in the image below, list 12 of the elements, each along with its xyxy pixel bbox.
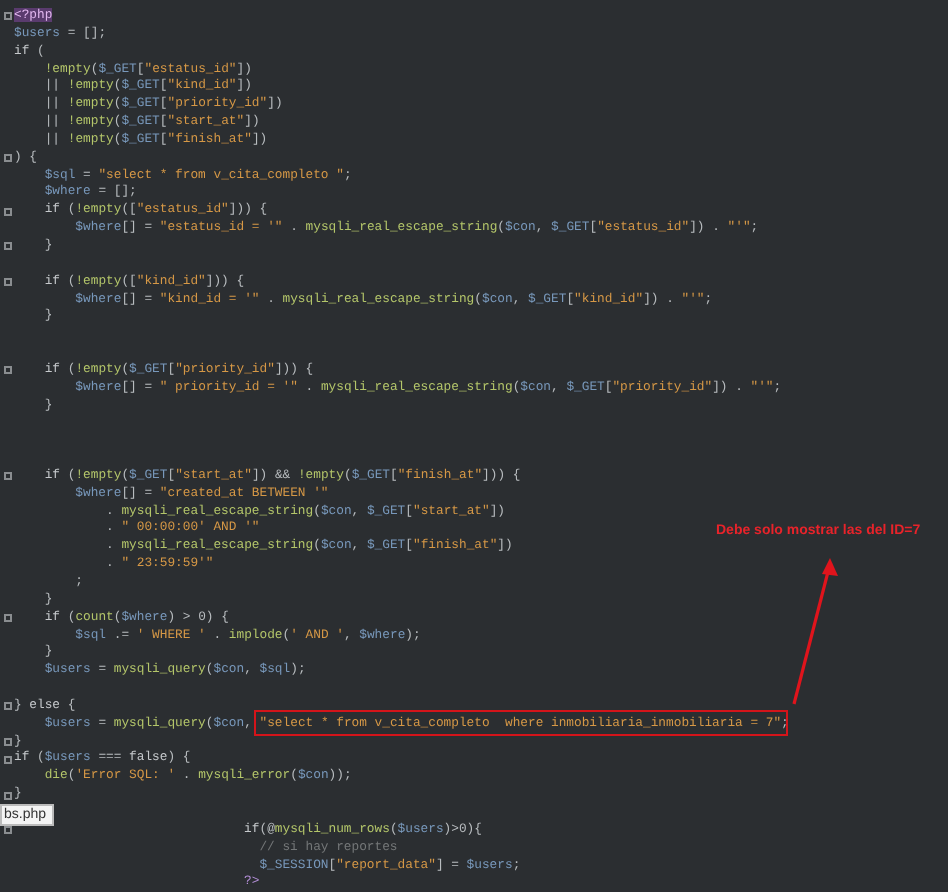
fold-marker-icon[interactable] bbox=[3, 278, 11, 287]
fold-marker-icon[interactable] bbox=[3, 702, 11, 711]
fold-marker-icon[interactable] bbox=[3, 614, 11, 623]
fold-marker-icon[interactable] bbox=[3, 242, 11, 251]
fold-marker-icon[interactable] bbox=[3, 472, 11, 481]
fold-marker-icon[interactable] bbox=[3, 791, 11, 800]
fold-marker-icon[interactable] bbox=[3, 738, 11, 747]
fold-marker-icon[interactable] bbox=[3, 366, 11, 375]
fold-marker-icon[interactable] bbox=[3, 12, 11, 21]
fold-marker-icon[interactable] bbox=[3, 755, 11, 764]
fold-marker-icon[interactable] bbox=[3, 207, 11, 216]
fold-marker-icon[interactable] bbox=[3, 154, 11, 163]
